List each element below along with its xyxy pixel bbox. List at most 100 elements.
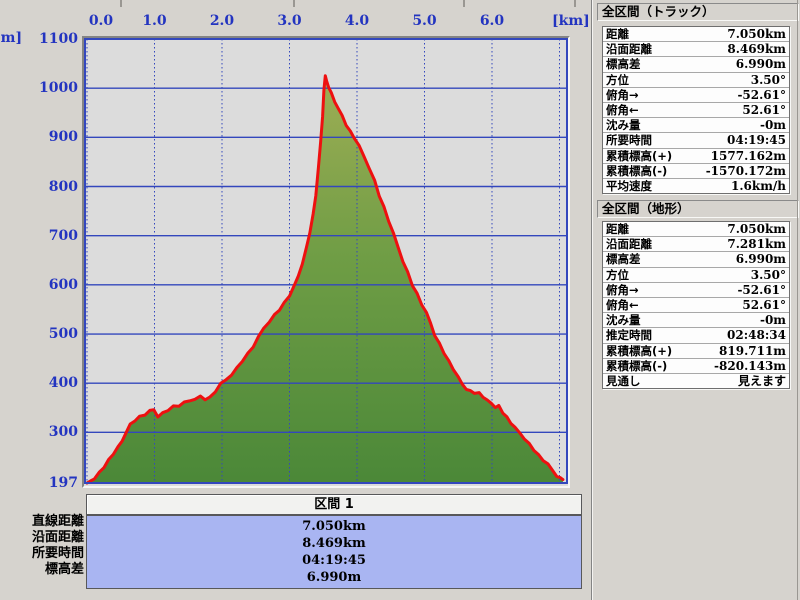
- stats-row-value: -0m: [760, 313, 786, 327]
- stats-row-label: 標高差: [606, 56, 641, 72]
- stats-row-label: 距離: [606, 221, 629, 237]
- stats-row-value: -52.61°: [737, 283, 786, 297]
- section-value: 04:19:45: [87, 552, 581, 569]
- stats-row-value: 7.050km: [727, 27, 786, 41]
- stats-row: 俯角→ -52.61°: [603, 87, 789, 102]
- stats-panel-title: 全区間（トラック）: [597, 3, 799, 21]
- y-axis-tick-label: 1000: [0, 80, 78, 96]
- stats-row-label: 累積標高(-): [606, 358, 667, 374]
- panel-divider-highlight: [592, 0, 593, 600]
- stats-table: 距離7.050km沿面距離7.281km標高差 6.990m 方位 3.50° 俯角→ -…: [602, 221, 790, 389]
- stats-row-label: 見通し: [606, 373, 641, 389]
- stats-row: 累積標高(+) 1577.162m: [603, 148, 789, 163]
- stats-row: 俯角← 52.61°: [603, 297, 789, 312]
- stats-row: 沿面距離 8.469km: [603, 41, 789, 56]
- x-axis-tick-label: 5.0: [407, 13, 443, 29]
- stats-row: 平均速度1.6km/h: [603, 178, 789, 193]
- stats-row: 見通し 見えます: [603, 373, 789, 388]
- bottom-summary-label: 標高差: [0, 562, 84, 578]
- stats-row: 沈み量 -0m: [603, 312, 789, 327]
- y-axis-tick-label: 400: [0, 375, 78, 391]
- stats-row-value: 52.61°: [742, 298, 786, 312]
- stats-row-value: 3.50°: [751, 73, 786, 87]
- stats-row-label: 推定時間: [606, 327, 652, 343]
- stats-row-value: -1570.172m: [706, 164, 786, 178]
- stats-row: 所要時間 04:19:45: [603, 132, 789, 147]
- stats-row-value: 02:48:34: [727, 328, 786, 342]
- stats-row-label: 俯角→: [606, 87, 639, 103]
- stats-row-label: 累積標高(+): [606, 343, 672, 359]
- y-axis-tick-label: 300: [0, 424, 78, 440]
- stats-row: 標高差 6.990m: [603, 251, 789, 266]
- stats-row: 方位 3.50°: [603, 267, 789, 282]
- stats-row-value: 見えます: [738, 372, 786, 389]
- ruler-tick: [574, 0, 576, 7]
- stats-row: 推定時間 02:48:34: [603, 327, 789, 342]
- x-axis-tick-label: 1.0: [137, 13, 173, 29]
- stats-row: 累積標高(-) -1570.172m: [603, 163, 789, 178]
- stats-row-value: 6.990m: [736, 57, 786, 71]
- stats-row: 方位 3.50°: [603, 72, 789, 87]
- stats-row-label: 方位: [606, 267, 629, 283]
- stats-row-label: 俯角←: [606, 297, 639, 313]
- stats-row: 沈み量 -0m: [603, 117, 789, 132]
- y-axis-tick-label: 1100: [0, 31, 78, 47]
- stats-table: 距離 7.050km 沿面距離 8.469km 標高差 6.990m 方位 3.50° 俯角→ -…: [602, 26, 790, 194]
- stats-row-value: 7.281km: [727, 237, 786, 251]
- stats-row: 累積標高(+) 819.711m: [603, 343, 789, 358]
- bottom-summary-label: 所要時間: [0, 546, 84, 562]
- stats-row-label: 沿面距離: [606, 41, 652, 57]
- stats-row-value: -52.61°: [737, 88, 786, 102]
- stats-row-label: 平均速度: [606, 178, 652, 194]
- ruler-tick: [293, 0, 295, 7]
- stats-row: 俯角→ -52.61°: [603, 282, 789, 297]
- stats-row-value: -0m: [760, 118, 786, 132]
- section-header: 区間 1: [86, 494, 582, 515]
- stats-row-label: 俯角←: [606, 102, 639, 118]
- stats-row-label: 標高差: [606, 251, 641, 267]
- stats-row-label: 累積標高(-): [606, 163, 667, 179]
- stats-row: 距離7.050km: [603, 222, 789, 236]
- stats-row-label: 所要時間: [606, 132, 652, 148]
- stats-row-label: 方位: [606, 72, 629, 88]
- stats-row-value: 8.469km: [727, 42, 786, 56]
- stats-row: 累積標高(-) -820.143m: [603, 358, 789, 373]
- x-axis-unit-label: [km]: [552, 13, 584, 29]
- section-value: 7.050km: [87, 518, 581, 535]
- elevation-profile-svg[interactable]: [84, 38, 568, 486]
- stats-row-label: 俯角→: [606, 282, 639, 298]
- elevation-chart-plot-area[interactable]: [82, 36, 570, 488]
- y-axis-tick-label: 500: [0, 326, 78, 342]
- ruler-tick: [120, 0, 122, 7]
- stats-row-label: 距離: [606, 26, 629, 42]
- y-axis-tick-label: 700: [0, 228, 78, 244]
- section-value: 8.469km: [87, 535, 581, 552]
- section-value: 6.990m: [87, 569, 581, 586]
- stats-panel-title: 全区間（地形）: [597, 200, 799, 218]
- stats-row-value: 1577.162m: [711, 149, 786, 163]
- x-axis-tick-label: 3.0: [272, 13, 308, 29]
- stats-row: 距離 7.050km: [603, 27, 789, 41]
- stats-row-value: 3.50°: [751, 268, 786, 282]
- x-axis-tick-label: 4.0: [339, 13, 375, 29]
- stats-row-label: 沈み量: [606, 312, 641, 328]
- stats-row-value: -820.143m: [714, 359, 786, 373]
- y-axis-tick-label: 800: [0, 179, 78, 195]
- x-axis-tick-label: 2.0: [204, 13, 240, 29]
- stats-row-value: 6.990m: [736, 252, 786, 266]
- stats-row: 沿面距離7.281km: [603, 236, 789, 251]
- y-axis-tick-label: 197: [0, 475, 78, 491]
- x-axis-tick-label: 6.0: [474, 13, 510, 29]
- window-right-edge: [797, 0, 798, 600]
- stats-row: 標高差 6.990m: [603, 56, 789, 71]
- stats-row-label: 沈み量: [606, 117, 641, 133]
- stats-row-value: 819.711m: [719, 344, 786, 358]
- bottom-summary-label: 沿面距離: [0, 530, 84, 546]
- stats-row-value: 04:19:45: [727, 133, 786, 147]
- bottom-summary-label: 直線距離: [0, 514, 84, 530]
- stats-row-label: 累積標高(+): [606, 148, 672, 164]
- stats-row: 俯角← 52.61°: [603, 102, 789, 117]
- ruler-tick: [463, 0, 465, 7]
- stats-row-value: 52.61°: [742, 103, 786, 117]
- section-values-panel: 7.050km8.469km04:19:456.990m: [86, 515, 582, 589]
